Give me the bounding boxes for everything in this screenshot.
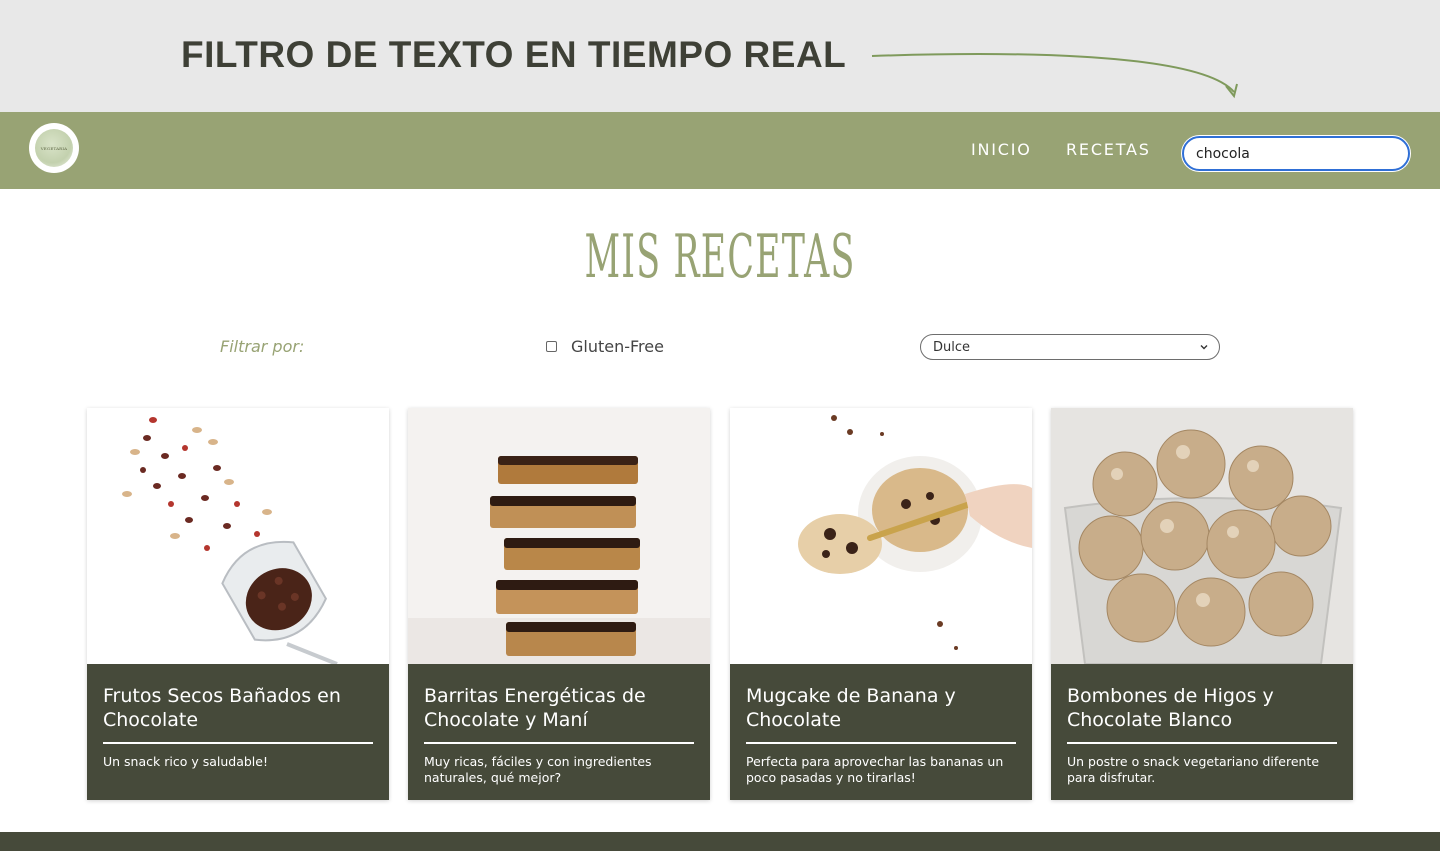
logo-emblem: VEGETARIA	[35, 129, 73, 167]
card-divider	[103, 742, 373, 744]
page-title: MIS RECETAS	[584, 222, 856, 292]
recipe-description: Un snack rico y saludable!	[103, 754, 268, 769]
filter-label: Filtrar por:	[220, 337, 305, 356]
recipe-description: Perfecta para aprovechar las bananas un …	[746, 754, 1004, 785]
footer	[0, 832, 1440, 851]
gluten-free-filter[interactable]: Gluten-Free	[546, 337, 664, 356]
curved-arrow-icon	[871, 53, 1238, 99]
chevron-down-icon	[1200, 345, 1208, 350]
recipe-title[interactable]: Barritas Energéticas de Chocolate y Maní	[424, 684, 694, 732]
search-input[interactable]	[1182, 136, 1410, 171]
category-select-value: Dulce	[933, 339, 971, 355]
recipe-card-bombones[interactable]: Bombones de Higos y Chocolate Blanco Un …	[1051, 408, 1353, 800]
card-divider	[1067, 742, 1337, 744]
recipe-card-frutos-secos[interactable]: Frutos Secos Bañados en Chocolate Un sna…	[87, 408, 389, 800]
recipe-description: Muy ricas, fáciles y con ingredientes na…	[424, 754, 652, 785]
annotation-banner: FILTRO DE TEXTO EN TIEMPO REAL	[0, 0, 1440, 112]
card-divider	[746, 742, 1016, 744]
gluten-free-checkbox[interactable]	[546, 341, 557, 352]
banner-title: FILTRO DE TEXTO EN TIEMPO REAL	[181, 34, 847, 75]
nav-link-recetas[interactable]: RECETAS	[1066, 140, 1151, 159]
recipe-image-bombones	[1051, 408, 1353, 664]
recipe-title[interactable]: Bombones de Higos y Chocolate Blanco	[1067, 684, 1337, 732]
recipe-card-mugcake[interactable]: Mugcake de Banana y Chocolate Perfecta p…	[730, 408, 1032, 800]
recipe-description: Un postre o snack vegetariano diferente …	[1067, 754, 1320, 785]
navbar: VEGETARIA INICIO RECETAS	[0, 112, 1440, 189]
recipe-card-barritas[interactable]: Barritas Energéticas de Chocolate y Maní…	[408, 408, 710, 800]
recipe-image-mugcake	[730, 408, 1032, 664]
recipe-title[interactable]: Frutos Secos Bañados en Chocolate	[103, 684, 373, 732]
card-divider	[424, 742, 694, 744]
recipe-image-frutos-secos	[87, 408, 389, 664]
site-logo[interactable]: VEGETARIA	[29, 123, 79, 173]
nav-link-inicio[interactable]: INICIO	[971, 140, 1032, 159]
recipe-title[interactable]: Mugcake de Banana y Chocolate	[746, 684, 1016, 732]
recipe-image-barritas	[408, 408, 710, 664]
gluten-free-label: Gluten-Free	[571, 337, 664, 356]
category-select[interactable]: Dulce	[920, 334, 1220, 360]
